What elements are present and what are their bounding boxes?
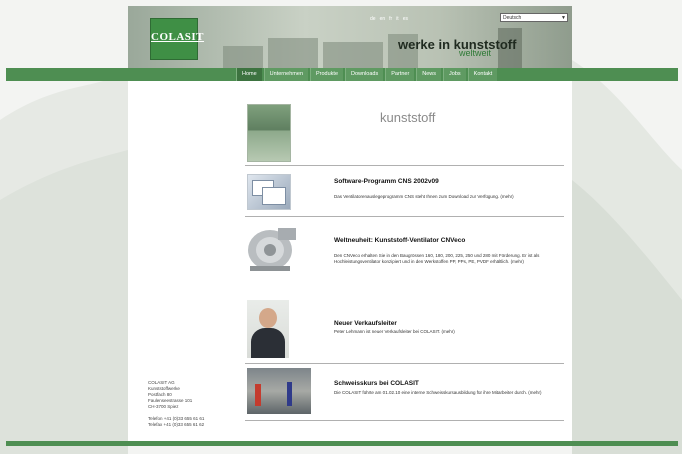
chevron-down-icon: ▼ xyxy=(561,15,566,21)
nav-item-produkte[interactable]: Produkte xyxy=(310,68,344,81)
person-head xyxy=(259,308,277,328)
news-title-schweisskurs[interactable]: Schweisskurs bei COLASIT xyxy=(334,380,419,387)
language-select[interactable]: Deutsch ▼ xyxy=(500,13,568,22)
lang-link-fr[interactable]: fr xyxy=(389,16,392,22)
lang-link-es[interactable]: es xyxy=(403,16,408,22)
software-screenshot-image[interactable] xyxy=(247,174,291,210)
nav-item-kontakt[interactable]: Kontakt xyxy=(467,68,498,81)
person-body xyxy=(251,328,285,358)
sales-manager-photo[interactable] xyxy=(247,300,289,358)
news-title-software[interactable]: Software-Programm CNS 2002v09 xyxy=(334,178,439,185)
nav-item-home[interactable]: Home xyxy=(236,68,262,81)
divider xyxy=(245,420,564,421)
address-fax: Telefax +41 (0)33 655 61 62 xyxy=(148,422,205,427)
page-title: kunststoff xyxy=(380,110,436,125)
news-text-software: Das Ventilatorenauslegeprogramm CNS steh… xyxy=(334,194,514,199)
logo[interactable]: COLASIT xyxy=(150,18,205,60)
divider xyxy=(245,216,564,217)
main-nav: Home Unternehmen Produkte Downloads Part… xyxy=(236,68,498,81)
language-links: de en fr it es xyxy=(370,16,408,22)
company-address: COLASIT AG Kunststoffwerke Postfach 80 F… xyxy=(148,380,204,428)
divider xyxy=(245,363,564,364)
footer-bar xyxy=(6,441,678,446)
news-text-schweisskurs: Die COLASIT führte am 01.02.10 eine inte… xyxy=(334,390,542,395)
nav-item-jobs[interactable]: Jobs xyxy=(443,68,466,81)
nav-item-partner[interactable]: Partner xyxy=(385,68,415,81)
news-title-ventilator[interactable]: Weltneuheit: Kunststoff-Ventilator CNVec… xyxy=(334,237,465,244)
lang-link-de[interactable]: de xyxy=(370,16,376,22)
nav-item-downloads[interactable]: Downloads xyxy=(345,68,384,81)
logo-text: COLASIT xyxy=(151,31,205,43)
header-building-image xyxy=(247,104,291,162)
nav-item-unternehmen[interactable]: Unternehmen xyxy=(263,68,308,81)
news-title-verkaufsleiter[interactable]: Neuer Verkaufsleiter xyxy=(334,320,397,327)
welding-course-image[interactable] xyxy=(247,368,311,414)
divider xyxy=(245,165,564,166)
news-text-ventilator: Den CNVeco erhalten Sie in den Baugrösse… xyxy=(334,253,540,264)
language-select-value: Deutsch xyxy=(503,15,522,21)
fan-product-image[interactable] xyxy=(244,224,300,272)
lang-link-it[interactable]: it xyxy=(396,16,399,22)
tagline-sub: weltweit xyxy=(459,48,492,58)
nav-item-news[interactable]: News xyxy=(416,68,442,81)
news-text-verkaufsleiter: Peter Lehmann ist neuer Verkaufsleiter b… xyxy=(334,329,455,334)
tagline: werke in kunststoff xyxy=(398,37,517,52)
lang-link-en[interactable]: en xyxy=(380,16,386,22)
